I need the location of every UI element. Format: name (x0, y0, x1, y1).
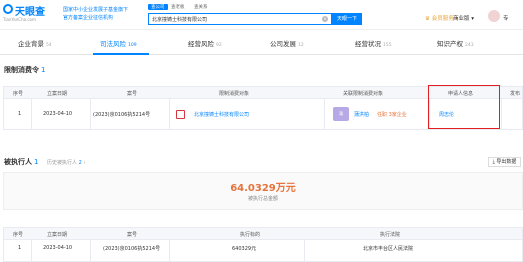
search-tab-relation[interactable]: 查关系 (194, 4, 208, 10)
avatar[interactable] (488, 10, 500, 22)
total-amount: 64.0329万元 (230, 183, 296, 194)
active-tab-underline (93, 53, 149, 55)
person-avatar[interactable]: 蒲 (333, 107, 349, 121)
section-title-judgment-debtor: 被执行人 1 (4, 158, 39, 166)
col-publish: 发布 (510, 91, 521, 97)
person-link[interactable]: 蒲洪柏 (354, 111, 369, 118)
clear-icon[interactable]: × (322, 16, 328, 22)
row-target: 640329元 (232, 246, 257, 252)
row-court: 北京市丰台区人民法院 (363, 246, 414, 252)
tab-operating-risk[interactable]: 经营风险 92 (188, 38, 222, 48)
business-label: 商业版 (453, 16, 470, 22)
pro-label[interactable]: 专 (503, 14, 509, 22)
slogan-line1: 国家中小企业发展子基金旗下 (63, 7, 129, 13)
slogan-line2: 官方备案企业征信机构 (63, 15, 114, 21)
col-filing-date: 立案日期 (47, 91, 68, 97)
category-tabs: 企业背景 54 司法风险 109 经营风险 92 公司发展 12 经营状况 155 知识产… (0, 33, 523, 55)
total-amount-label: 被执行总金额 (247, 196, 278, 202)
col-restricted-party: 限制消费对象 (219, 91, 250, 97)
col-case-number: 案号 (127, 91, 138, 97)
tab-company-development[interactable]: 公司发展 12 (270, 38, 304, 48)
search-input[interactable]: 北京撞铸士科技有限公司 × (148, 13, 332, 25)
history-debtor-link[interactable]: 历史被执行人 2 › (47, 159, 85, 166)
row-index: 1 (18, 245, 22, 251)
top-header: 天眼查 TianYanCha.com 国家中小企业发展子基金旗下 官方备案企业征… (0, 0, 523, 30)
section-title-consumption-restriction: 限制消费令 1 (4, 66, 46, 74)
search-tab-company[interactable]: 查公司 (148, 4, 168, 10)
company-logo-icon (176, 110, 185, 119)
tab-legal-risk[interactable]: 司法风险 109 (100, 38, 137, 48)
search-tab-boss[interactable]: 查老板 (171, 4, 185, 10)
col-related-party: 关联限制消费对象 (343, 91, 384, 97)
col-index: 序号 (13, 91, 24, 97)
row-date: 2023-04-10 (43, 111, 73, 117)
export-button[interactable]: ⤓ 导出数据 (488, 157, 521, 167)
tab-operating-status[interactable]: 经营状况 155 (355, 38, 392, 48)
business-edition-link[interactable]: 商业版 ▾ (453, 14, 474, 22)
company-link[interactable]: 北京撞铸士科技有限公司 (194, 111, 249, 118)
table-row (3, 240, 523, 262)
row-case-number: (2023)京0106执5214号 (103, 246, 161, 252)
row-case-number: (2023)京0106执5214号 (93, 112, 151, 118)
tab-intellectual-property[interactable]: 知识产权 243 (437, 38, 474, 48)
tab-company-background[interactable]: 企业背景 54 (18, 38, 52, 48)
logo-icon (3, 4, 13, 14)
chevron-right-icon: › (83, 160, 86, 166)
highlight-box (428, 85, 500, 129)
logo-text[interactable]: 天眼查 (15, 3, 45, 18)
person-role[interactable]: 任职 3家企业 (377, 111, 407, 118)
search-input-value: 北京撞铸士科技有限公司 (152, 17, 208, 23)
vip-label: 会员服务 (431, 16, 454, 22)
table-header: 序号 立案日期 案号 执行标的 执行法院 (3, 227, 523, 240)
row-date: 2023-04-10 (43, 245, 73, 251)
row-index: 1 (18, 111, 22, 117)
search-button[interactable]: 天眼一下 (332, 13, 362, 25)
logo-subtitle: TianYanCha.com (3, 17, 36, 22)
